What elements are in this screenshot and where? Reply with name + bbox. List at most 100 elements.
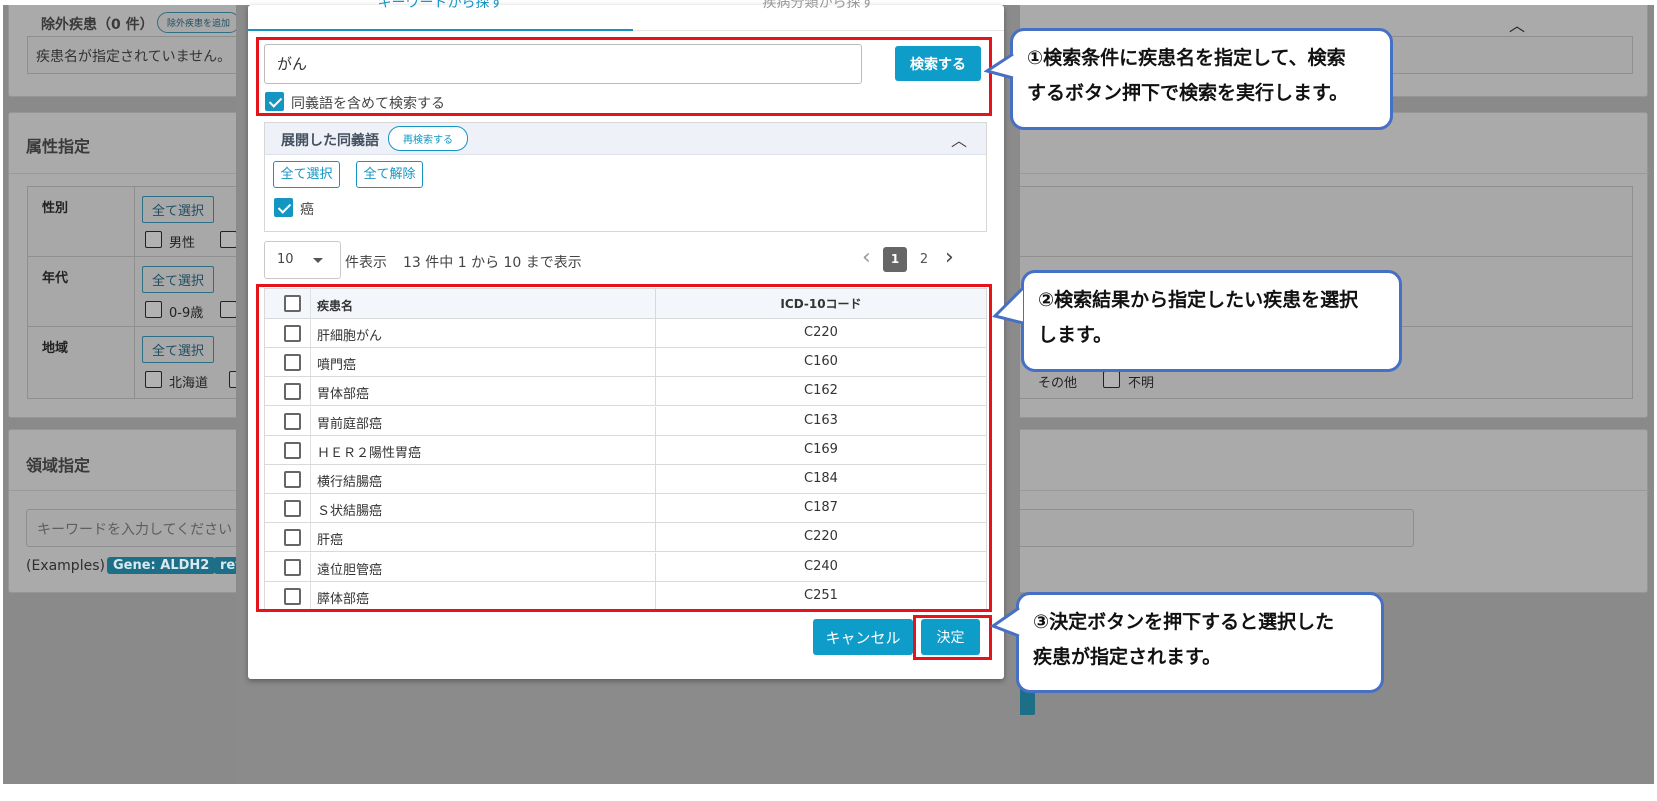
- row-icd10-code: C163: [655, 406, 986, 435]
- row-icd10-code: C251: [655, 581, 986, 610]
- excluded-diseases-title: 除外疾患（0 件）: [41, 17, 154, 33]
- table-header-row: 疾患名 ICD-10コード: [265, 289, 986, 319]
- collapse-chevron-icon[interactable]: ︿: [951, 127, 967, 151]
- row-disease-name: 肝癌: [317, 533, 344, 549]
- row-checkbox-cell: [265, 406, 311, 435]
- age-checkbox-2[interactable]: [220, 301, 237, 318]
- row-checkbox[interactable]: [284, 471, 301, 488]
- add-excluded-button[interactable]: 除外疾患を追加: [157, 12, 241, 33]
- select-all-rows-checkbox[interactable]: [284, 295, 301, 312]
- age-0-9-checkbox[interactable]: [145, 301, 162, 318]
- row-checkbox[interactable]: [284, 354, 301, 372]
- male-label: 男性: [169, 236, 196, 251]
- tab-classification-search[interactable]: 疾病分類から探す: [633, 0, 1004, 31]
- dropdown-caret-icon: [313, 258, 323, 263]
- table-row[interactable]: ＨＥＲ２陽性胃癌 C169: [265, 435, 986, 465]
- region-select-all-button[interactable]: 全て選択: [142, 336, 215, 363]
- row-icd10-code: C240: [655, 552, 986, 581]
- region-other-label: その他: [1038, 376, 1078, 391]
- per-page-select[interactable]: 10: [264, 241, 341, 279]
- region-label: 地域: [42, 341, 69, 356]
- table-row[interactable]: 胃前庭部癌 C163: [265, 406, 986, 436]
- row-checkbox[interactable]: [284, 587, 301, 605]
- row-disease-name: Ｓ状結腸癌: [317, 504, 383, 520]
- synonym-item-checkbox[interactable]: [274, 198, 293, 217]
- chevron-up-icon[interactable]: ︿: [1509, 12, 1525, 36]
- example-tag-gene[interactable]: Gene: ALDH2: [107, 557, 216, 574]
- callout-3-line-1: ③決定ボタンを押下すると選択した: [1033, 611, 1335, 633]
- header-icd10: ICD-10コード: [655, 289, 986, 319]
- male-checkbox[interactable]: [145, 231, 162, 248]
- row-icd10-code: C187: [655, 494, 986, 523]
- dialog-tabs: キーワードから探す 疾病分類から探す: [248, 0, 1004, 31]
- domain-keyword-placeholder: キーワードを入力してください: [37, 522, 233, 538]
- header-col-divider: [310, 289, 311, 319]
- disease-search-input[interactable]: がん: [264, 44, 862, 84]
- prev-page-icon[interactable]: ‹: [862, 245, 871, 270]
- table-row[interactable]: 膵体部癌 C251: [265, 581, 986, 611]
- callout-2-tail: [992, 286, 1024, 325]
- table-row[interactable]: 遠位胆管癌 C240: [265, 552, 986, 582]
- row-icd10-code: C169: [655, 435, 986, 464]
- row-checkbox-cell: [265, 523, 311, 552]
- synonyms-header: 展開した同義語 再検索する ︿: [265, 123, 986, 155]
- row-checkbox[interactable]: [284, 325, 301, 342]
- age-label: 年代: [42, 271, 69, 286]
- tab-classification-label: 疾病分類から探す: [762, 0, 875, 11]
- next-page-icon[interactable]: ›: [945, 245, 954, 270]
- row-checkbox-cell: [265, 377, 311, 406]
- row-checkbox[interactable]: [284, 558, 301, 576]
- callout-2-line-1: ②検索結果から指定したい疾患を選択: [1038, 289, 1359, 311]
- row-icd10-code: C220: [655, 523, 986, 552]
- table-row[interactable]: 横行結腸癌 C184: [265, 465, 986, 494]
- table-row[interactable]: Ｓ状結腸癌 C187: [265, 494, 986, 524]
- row-checkbox-cell: [265, 581, 311, 610]
- synonyms-deselect-all-button[interactable]: 全て解除: [356, 161, 423, 188]
- table-row[interactable]: 肝癌 C220: [265, 523, 986, 553]
- cancel-button[interactable]: キャンセル: [813, 619, 913, 655]
- row-checkbox[interactable]: [284, 383, 301, 401]
- table-row[interactable]: 噴門癌 C160: [265, 348, 986, 378]
- age-select-all-button[interactable]: 全て選択: [142, 266, 215, 293]
- callout-2-line-2: します。: [1038, 324, 1113, 346]
- row-checkbox-cell: [265, 465, 311, 493]
- synonyms-title: 展開した同義語: [281, 133, 379, 149]
- synonym-checkbox[interactable]: [265, 92, 284, 111]
- region-unknown-checkbox[interactable]: [1103, 371, 1120, 388]
- sex-checkbox-2[interactable]: [220, 231, 237, 248]
- row-checkbox[interactable]: [284, 441, 301, 459]
- header-disease-name: 疾患名: [317, 299, 354, 313]
- row-disease-name: 胃前庭部癌: [317, 416, 383, 432]
- synonym-label: 同義語を含めて検索する: [291, 96, 445, 112]
- row-disease-name: 横行結腸癌: [317, 475, 383, 490]
- tab-keyword-search[interactable]: キーワードから探す: [248, 0, 633, 31]
- page-1-button[interactable]: 1: [883, 247, 907, 272]
- row-checkbox[interactable]: [284, 500, 301, 518]
- age-col-divider: [134, 257, 135, 326]
- callout-step-3: ③決定ボタンを押下すると選択した 疾患が指定されます。: [1016, 592, 1384, 693]
- search-button[interactable]: 検索する: [895, 46, 981, 81]
- row-icd10-code: C162: [655, 377, 986, 406]
- row-checkbox-cell: [265, 494, 311, 523]
- row-disease-name: ＨＥＲ２陽性胃癌: [317, 445, 422, 461]
- row-disease-name: 噴門癌: [317, 358, 357, 374]
- confirm-button[interactable]: 決定: [921, 619, 980, 655]
- callout-1-line-1: ①検索条件に疾患名を指定して、検索: [1027, 47, 1346, 69]
- table-row[interactable]: 胃体部癌 C162: [265, 377, 986, 407]
- callout-step-2: ②検索結果から指定したい疾患を選択 します。: [1021, 270, 1402, 372]
- page-2-button[interactable]: 2: [914, 247, 934, 272]
- tab-keyword-label: キーワードから探す: [377, 0, 504, 11]
- research-button[interactable]: 再検索する: [388, 126, 468, 151]
- pagination-summary: 13 件中 1 から 10 まで表示: [403, 255, 582, 271]
- hokkaido-checkbox[interactable]: [145, 371, 162, 388]
- row-checkbox-cell: [265, 319, 311, 347]
- row-checkbox-cell: [265, 435, 311, 464]
- row-checkbox[interactable]: [284, 529, 301, 547]
- row-checkbox[interactable]: [284, 412, 301, 430]
- synonyms-select-all-button[interactable]: 全て選択: [273, 161, 340, 188]
- row-disease-name: 胃体部癌: [317, 387, 370, 403]
- row-disease-name: 肝細胞がん: [317, 329, 383, 344]
- sex-col-divider: [134, 187, 135, 256]
- sex-select-all-button[interactable]: 全て選択: [142, 196, 215, 223]
- table-row[interactable]: 肝細胞がん C220: [265, 319, 986, 348]
